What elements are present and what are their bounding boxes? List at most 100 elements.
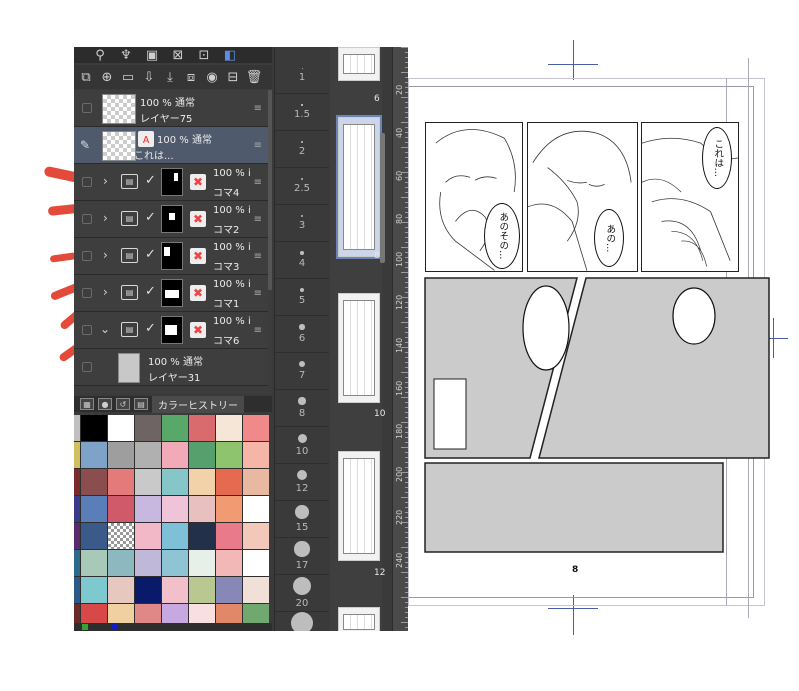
color-swatch[interactable] <box>243 415 269 441</box>
check-icon[interactable]: ✓ <box>145 247 156 262</box>
empty-speech-balloon[interactable] <box>522 285 570 371</box>
check-icon[interactable]: ✓ <box>145 210 156 225</box>
clip-layer-icon[interactable]: ⧈ <box>183 69 199 85</box>
color-wheel-tab-icon[interactable]: ▦ <box>80 398 94 410</box>
main-color-indicator[interactable] <box>82 624 88 630</box>
color-swatch[interactable] <box>135 469 161 495</box>
comic-panel-5[interactable] <box>538 277 770 459</box>
empty-speech-balloon[interactable] <box>672 287 716 345</box>
color-swatch[interactable] <box>81 577 107 603</box>
brush-size-option[interactable]: 8 <box>275 390 329 427</box>
color-swatch[interactable] <box>108 469 134 495</box>
color-swatch[interactable] <box>108 415 134 441</box>
new-vector-layer-icon[interactable]: ⊕ <box>99 69 115 85</box>
visibility-toggle[interactable] <box>82 103 92 113</box>
layer-row[interactable]: › ▤ ✓ ✖ 100 % i コマ4 ≡ <box>74 164 268 201</box>
color-swatch[interactable] <box>162 496 188 522</box>
layer-row[interactable]: › ▤ ✓ ✖ 100 % i コマ3 ≡ <box>74 238 268 275</box>
lock-icon[interactable]: ▣ <box>144 47 160 63</box>
layer-menu-icon[interactable]: ≡ <box>254 288 262 299</box>
new-folder-icon[interactable]: ▭ <box>120 69 136 85</box>
color-swatch[interactable] <box>108 442 134 468</box>
create-mask-icon[interactable]: ◉ <box>204 69 220 85</box>
transfer-down-icon[interactable]: ⇩ <box>141 69 157 85</box>
page-thumbnail[interactable] <box>338 607 380 631</box>
color-swatch[interactable] <box>81 469 107 495</box>
color-swatch-edge[interactable] <box>74 523 80 549</box>
brush-size-option[interactable]: 7 <box>275 353 329 390</box>
color-swatch[interactable] <box>81 496 107 522</box>
text-box-placeholder[interactable] <box>433 378 467 450</box>
brush-size-option[interactable]: 2 <box>275 131 329 168</box>
color-swatch[interactable] <box>243 523 269 549</box>
brush-size-option[interactable]: 17 <box>275 538 329 575</box>
check-icon[interactable]: ✓ <box>145 173 156 188</box>
comic-panel-6[interactable] <box>424 462 724 553</box>
color-swatch[interactable] <box>189 469 215 495</box>
check-icon[interactable]: ✓ <box>145 284 156 299</box>
color-swatch[interactable] <box>216 523 242 549</box>
page-thumbnail[interactable] <box>338 451 380 561</box>
color-swatch-edge[interactable] <box>74 550 80 576</box>
color-swatch-edge[interactable] <box>74 496 80 522</box>
color-swatch[interactable] <box>135 523 161 549</box>
color-swatch[interactable] <box>162 469 188 495</box>
color-swatch[interactable] <box>189 496 215 522</box>
visibility-toggle[interactable] <box>82 288 92 298</box>
color-swatch[interactable] <box>108 496 134 522</box>
layer-row[interactable]: › ▤ ✓ ✖ 100 % i コマ1 ≡ <box>74 275 268 312</box>
color-swatch[interactable] <box>216 469 242 495</box>
brush-size-option[interactable]: 25 <box>275 612 329 631</box>
layer-scrollbar[interactable] <box>268 90 272 290</box>
color-swatch[interactable] <box>189 523 215 549</box>
visibility-toggle[interactable] <box>82 214 92 224</box>
color-swatch[interactable] <box>243 469 269 495</box>
brush-size-option[interactable]: 6 <box>275 316 329 353</box>
expand-chevron-icon[interactable]: ⌄ <box>100 322 110 336</box>
visibility-toggle[interactable] <box>82 251 92 261</box>
color-swatch[interactable] <box>216 442 242 468</box>
color-swatch[interactable] <box>81 550 107 576</box>
visibility-toggle[interactable] <box>82 325 92 335</box>
color-swatch-edge[interactable] <box>74 577 80 603</box>
brush-size-option[interactable]: 15 <box>275 501 329 538</box>
color-swatch[interactable] <box>135 550 161 576</box>
page-thumbnail[interactable] <box>338 47 380 81</box>
manga-page-canvas[interactable]: これは… あの… あのその… 8 <box>408 0 799 691</box>
layer-menu-icon[interactable]: ≡ <box>254 140 262 151</box>
new-raster-layer-icon[interactable]: ⧉ <box>78 69 94 85</box>
expand-chevron-icon[interactable]: › <box>103 211 108 225</box>
brush-size-option[interactable]: 5 <box>275 279 329 316</box>
page-thumbnail[interactable] <box>338 293 380 403</box>
page-list-scrollbar[interactable] <box>380 133 385 263</box>
color-swatch[interactable] <box>189 415 215 441</box>
color-history-tab[interactable]: カラーヒストリー <box>152 395 244 413</box>
page-thumbnail-selected[interactable] <box>336 115 382 259</box>
expand-chevron-icon[interactable]: › <box>103 285 108 299</box>
trash-icon[interactable]: 🗑 <box>246 69 263 85</box>
color-swatch[interactable] <box>162 550 188 576</box>
color-swatch[interactable] <box>108 523 134 549</box>
color-set-tab-icon[interactable]: ● <box>98 398 112 410</box>
color-swatch[interactable] <box>81 442 107 468</box>
expand-chevron-icon[interactable]: › <box>103 174 108 188</box>
color-swatch[interactable] <box>216 550 242 576</box>
color-swatch[interactable] <box>216 496 242 522</box>
color-swatch[interactable] <box>135 415 161 441</box>
color-swatch[interactable] <box>162 523 188 549</box>
layer-menu-icon[interactable]: ≡ <box>254 214 262 225</box>
color-swatch[interactable] <box>162 577 188 603</box>
expand-chevron-icon[interactable]: › <box>103 248 108 262</box>
color-history-tab-icon[interactable]: ▤ <box>134 398 148 410</box>
layer-row[interactable]: ⌄ ▤ ✓ ✖ 100 % i コマ6 ≡ <box>74 312 268 349</box>
color-swatch[interactable] <box>108 577 134 603</box>
color-swatch-edge[interactable] <box>74 442 80 468</box>
reference-layer-icon[interactable]: ⊠ <box>170 47 186 63</box>
color-swatch[interactable] <box>135 496 161 522</box>
draft-layer-icon[interactable]: ⊡ <box>196 47 212 63</box>
color-swatch[interactable] <box>135 442 161 468</box>
color-swatch[interactable] <box>243 442 269 468</box>
brush-size-option[interactable]: 20 <box>275 575 329 612</box>
lock-transparency-icon[interactable]: ♆ <box>118 47 134 63</box>
brush-size-option[interactable]: 2.5 <box>275 168 329 205</box>
